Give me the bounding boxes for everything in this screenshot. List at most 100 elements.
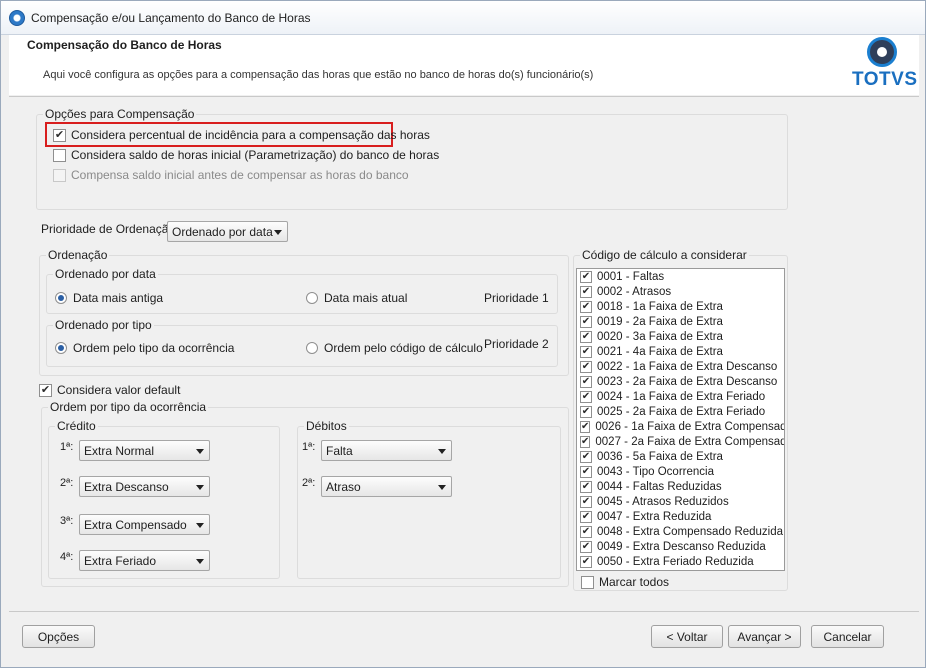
list-item[interactable]: ✔ 0001 - Faltas [577, 269, 784, 284]
list-item[interactable]: ✔ 0024 - 1a Faixa de Extra Feriado [577, 389, 784, 404]
app-icon [9, 10, 25, 26]
list-item[interactable]: ✔ 0048 - Extra Compensado Reduzida [577, 524, 784, 539]
calc-code-checkbox[interactable]: ✔ [580, 510, 592, 523]
totvs-logo: TOTVS [845, 37, 917, 91]
priority-1-label: Prioridade 1 [484, 291, 549, 305]
calc-code-checkbox[interactable]: ✔ [580, 540, 592, 553]
radio-newest-date[interactable]: Data mais atual [306, 290, 407, 306]
back-button[interactable]: < Voltar [651, 625, 723, 648]
credit-select-4[interactable]: Extra Feriado [79, 550, 210, 571]
debit-select-1[interactable]: Falta [321, 440, 452, 461]
radio-newest-date-button[interactable] [306, 292, 318, 304]
credit-ordinal-4: 4ª: [60, 551, 74, 563]
calc-code-label: 0048 - Extra Compensado Reduzida [597, 525, 784, 538]
list-item[interactable]: ✔ 0036 - 5a Faixa de Extra [577, 449, 784, 464]
calc-code-checkbox[interactable]: ✔ [580, 435, 591, 448]
calc-code-checkbox[interactable]: ✔ [580, 465, 592, 478]
radio-occurrence-type-label: Ordem pelo tipo da ocorrência [73, 341, 235, 355]
header-divider [9, 96, 919, 97]
option-compensate-initial-label: Compensa saldo inicial antes de compensa… [71, 168, 409, 182]
credit-select-2-value: Extra Descanso [84, 479, 169, 494]
calc-codes-list[interactable]: ✔ 0001 - Faltas ✔ 0002 - Atrasos ✔ 0018 - 1a … [576, 268, 785, 571]
calc-code-checkbox[interactable]: ✔ [580, 270, 592, 283]
radio-occurrence-type-button[interactable] [55, 342, 67, 354]
calc-code-checkbox[interactable]: ✔ [580, 390, 592, 403]
calc-code-label: 0021 - 4a Faixa de Extra [597, 345, 723, 358]
calc-code-checkbox[interactable]: ✔ [580, 300, 592, 313]
default-value-option[interactable]: ✔ Considera valor default [39, 382, 180, 398]
cancel-button[interactable]: Cancelar [811, 625, 884, 648]
debit-select-1-value: Falta [326, 443, 353, 458]
calc-code-label: 0049 - Extra Descanso Reduzida [597, 540, 766, 553]
default-value-label: Considera valor default [57, 383, 181, 397]
calc-code-label: 0043 - Tipo Ocorrencia [597, 465, 714, 478]
select-all-option[interactable]: Marcar todos [581, 574, 669, 590]
credit-ordinal-3: 3ª: [60, 515, 74, 527]
list-item[interactable]: ✔ 0047 - Extra Reduzida [577, 509, 784, 524]
calc-code-checkbox[interactable]: ✔ [580, 345, 592, 358]
credit-select-1-value: Extra Normal [84, 443, 155, 458]
calc-code-checkbox[interactable]: ✔ [580, 315, 592, 328]
checkbox-incidence-percent[interactable]: ✔ [53, 128, 66, 142]
window-title: Compensação e/ou Lançamento do Banco de … [31, 11, 311, 25]
radio-occurrence-type[interactable]: Ordem pelo tipo da ocorrência [55, 340, 234, 356]
checkbox-select-all[interactable] [581, 575, 594, 589]
calc-code-checkbox[interactable]: ✔ [580, 480, 592, 493]
radio-oldest-date[interactable]: Data mais antiga [55, 290, 163, 306]
calc-code-checkbox[interactable]: ✔ [580, 375, 592, 388]
list-item[interactable]: ✔ 0045 - Atrasos Reduzidos [577, 494, 784, 509]
credit-select-1[interactable]: Extra Normal [79, 440, 210, 461]
list-item[interactable]: ✔ 0020 - 3a Faixa de Extra [577, 329, 784, 344]
debit-select-2[interactable]: Atraso [321, 476, 452, 497]
priority-label: Prioridade de Ordenação: [41, 222, 179, 236]
calc-code-label: 0027 - 2a Faixa de Extra Compensado [595, 435, 785, 448]
list-item[interactable]: ✔ 0023 - 2a Faixa de Extra Descanso [577, 374, 784, 389]
checkbox-initial-balance[interactable] [53, 148, 66, 162]
list-item[interactable]: ✔ 0021 - 4a Faixa de Extra [577, 344, 784, 359]
calc-code-label: 0018 - 1a Faixa de Extra [597, 300, 723, 313]
radio-calc-code[interactable]: Ordem pelo código de cálculo [306, 340, 483, 356]
radio-oldest-date-label: Data mais antiga [73, 291, 164, 305]
list-item[interactable]: ✔ 0025 - 2a Faixa de Extra Feriado [577, 404, 784, 419]
list-item[interactable]: ✔ 0002 - Atrasos [577, 284, 784, 299]
credit-select-3-value: Extra Compensado [84, 517, 187, 532]
calc-code-label: 0022 - 1a Faixa de Extra Descanso [597, 360, 778, 373]
credit-select-3[interactable]: Extra Compensado [79, 514, 210, 535]
calc-code-checkbox[interactable]: ✔ [580, 285, 592, 298]
next-button-label: Avançar > [737, 629, 792, 644]
list-item[interactable]: ✔ 0043 - Tipo Ocorrencia [577, 464, 784, 479]
chevron-down-icon [196, 449, 204, 454]
calc-code-checkbox[interactable]: ✔ [580, 405, 592, 418]
calc-code-checkbox[interactable]: ✔ [580, 495, 592, 508]
page-description: Aqui você configura as opções para a com… [43, 69, 594, 81]
list-item[interactable]: ✔ 0044 - Faltas Reduzidas [577, 479, 784, 494]
title-bar: Compensação e/ou Lançamento do Banco de … [1, 1, 925, 35]
calc-code-checkbox[interactable]: ✔ [580, 330, 592, 343]
option-initial-balance[interactable]: Considera saldo de horas inicial (Parame… [53, 147, 439, 163]
calc-code-checkbox[interactable]: ✔ [580, 555, 592, 568]
calc-code-label: 0045 - Atrasos Reduzidos [597, 495, 729, 508]
radio-calc-code-button[interactable] [306, 342, 318, 354]
radio-oldest-date-button[interactable] [55, 292, 67, 304]
option-incidence-percent[interactable]: ✔ Considera percentual de incidência par… [53, 127, 430, 143]
credit-select-2[interactable]: Extra Descanso [79, 476, 210, 497]
calc-code-checkbox[interactable]: ✔ [580, 420, 591, 433]
list-item[interactable]: ✔ 0049 - Extra Descanso Reduzida [577, 539, 784, 554]
list-item[interactable]: ✔ 0050 - Extra Feriado Reduzida [577, 554, 784, 569]
list-item[interactable]: ✔ 0026 - 1a Faixa de Extra Compensado [577, 419, 784, 434]
list-item[interactable]: ✔ 0027 - 2a Faixa de Extra Compensado [577, 434, 784, 449]
calc-code-checkbox[interactable]: ✔ [580, 450, 592, 463]
calc-code-checkbox[interactable]: ✔ [580, 525, 592, 538]
checkbox-default-value[interactable]: ✔ [39, 383, 52, 397]
list-item[interactable]: ✔ 0019 - 2a Faixa de Extra [577, 314, 784, 329]
chevron-down-icon [274, 230, 282, 235]
compensation-options-label: Opções para Compensação [43, 107, 197, 121]
chevron-down-icon [196, 523, 204, 528]
options-button[interactable]: Opções [22, 625, 95, 648]
list-item[interactable]: ✔ 0018 - 1a Faixa de Extra [577, 299, 784, 314]
calc-code-checkbox[interactable]: ✔ [580, 360, 592, 373]
next-button[interactable]: Avançar > [728, 625, 801, 648]
ordering-label: Ordenação [46, 248, 110, 262]
priority-select[interactable]: Ordenado por data [167, 221, 288, 242]
list-item[interactable]: ✔ 0022 - 1a Faixa de Extra Descanso [577, 359, 784, 374]
